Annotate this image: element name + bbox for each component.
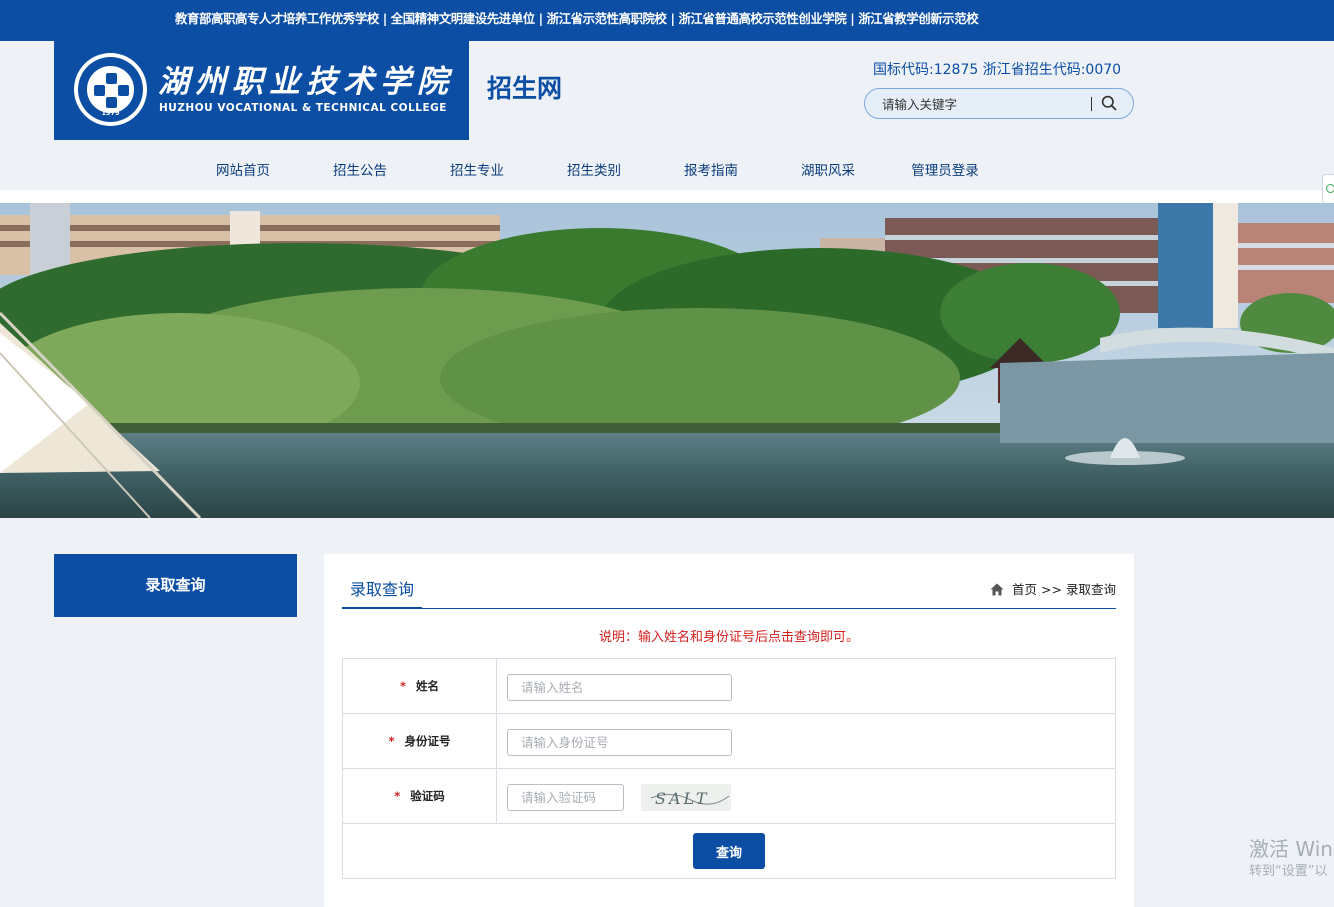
search-bar bbox=[864, 88, 1134, 119]
instruction-notice: 说明：输入姓名和身份证号后点击查询即可。 bbox=[598, 630, 859, 645]
college-seal-icon: 1979 bbox=[74, 53, 147, 126]
logo-chinese-name: 湖州职业技术学院 bbox=[158, 64, 454, 100]
query-form: * 姓名 * 身份证号 * 验证码 SALT 查询 bbox=[342, 658, 1116, 879]
search-button[interactable] bbox=[1099, 95, 1119, 113]
activation-watermark-line1: 激活 Wind bbox=[1249, 837, 1334, 861]
breadcrumb-home-link[interactable]: 首页 bbox=[1012, 582, 1037, 597]
side-float-tab[interactable] bbox=[1322, 174, 1334, 204]
breadcrumb: 首页 >> 录取查询 bbox=[990, 581, 1116, 599]
name-input[interactable] bbox=[507, 674, 732, 701]
search-icon bbox=[1101, 95, 1117, 111]
form-row-name: * 姓名 bbox=[343, 659, 1115, 714]
campus-banner-image bbox=[0, 203, 1334, 518]
sidebar-item-admission-query[interactable]: 录取查询 bbox=[54, 554, 297, 617]
honors-text: 教育部高职高专人才培养工作优秀学校 | 全国精神文明建设先进单位 | 浙江省示范… bbox=[175, 11, 979, 26]
captcha-input[interactable] bbox=[507, 784, 624, 811]
panel-title: 录取查询 bbox=[342, 574, 423, 609]
nav-item-admin-login[interactable]: 管理员登录 bbox=[895, 162, 995, 180]
nav-item-campus-style[interactable]: 湖职风采 bbox=[778, 162, 878, 180]
main-nav: 网站首页 招生公告 招生专业 招生类别 报考指南 湖职风采 管理员登录 bbox=[0, 152, 1334, 190]
home-icon bbox=[990, 583, 1004, 596]
captcha-image[interactable]: SALT bbox=[641, 784, 731, 811]
form-row-id: * 身份证号 bbox=[343, 714, 1115, 769]
nav-item-announcements[interactable]: 招生公告 bbox=[310, 162, 410, 180]
query-panel: 录取查询 首页 >> 录取查询 说明：输入姓名和身份证号后点击查询即可。 * 姓名… bbox=[324, 554, 1134, 907]
name-label-text: 姓名 bbox=[416, 679, 439, 693]
breadcrumb-current: 录取查询 bbox=[1065, 582, 1116, 597]
logo-english-name: HUZHOU VOCATIONAL & TECHNICAL COLLEGE bbox=[159, 102, 447, 114]
nav-item-categories[interactable]: 招生类别 bbox=[544, 162, 644, 180]
query-button[interactable]: 查询 bbox=[693, 833, 765, 869]
required-mark: * bbox=[394, 789, 401, 803]
site-name: 招生网 bbox=[487, 74, 563, 103]
captcha-label-text: 验证码 bbox=[410, 789, 445, 803]
search-input[interactable] bbox=[882, 95, 1082, 113]
captcha-label: * 验证码 bbox=[343, 769, 497, 823]
nav-item-home[interactable]: 网站首页 bbox=[193, 162, 293, 180]
id-label-text: 身份证号 bbox=[404, 734, 451, 748]
college-logo[interactable]: 1979 湖州职业技术学院 HUZHOU VOCATIONAL & TECHNI… bbox=[54, 41, 469, 140]
activation-watermark-line2: 转到“设置”以 bbox=[1249, 864, 1328, 879]
required-mark: * bbox=[388, 734, 395, 748]
form-row-captcha: * 验证码 SALT bbox=[343, 769, 1115, 824]
id-number-input[interactable] bbox=[507, 729, 732, 756]
nav-divider-strip bbox=[0, 190, 1334, 203]
nav-item-guide[interactable]: 报考指南 bbox=[661, 162, 761, 180]
panel-header: 录取查询 首页 >> 录取查询 bbox=[342, 574, 1116, 609]
admission-codes: 国标代码:12875 浙江省招生代码:0070 bbox=[873, 62, 1122, 78]
float-tab-icon bbox=[1326, 184, 1334, 193]
top-honors-bar: 教育部高职高专人才培养工作优秀学校 | 全国精神文明建设先进单位 | 浙江省示范… bbox=[0, 0, 1334, 41]
seal-year: 1979 bbox=[101, 109, 120, 117]
captcha-text: SALT bbox=[655, 789, 710, 808]
required-mark: * bbox=[399, 679, 406, 693]
name-label: * 姓名 bbox=[343, 659, 497, 713]
id-label: * 身份证号 bbox=[343, 714, 497, 768]
breadcrumb-separator: >> bbox=[1041, 582, 1062, 597]
search-divider bbox=[1091, 97, 1092, 111]
nav-item-majors[interactable]: 招生专业 bbox=[427, 162, 527, 180]
